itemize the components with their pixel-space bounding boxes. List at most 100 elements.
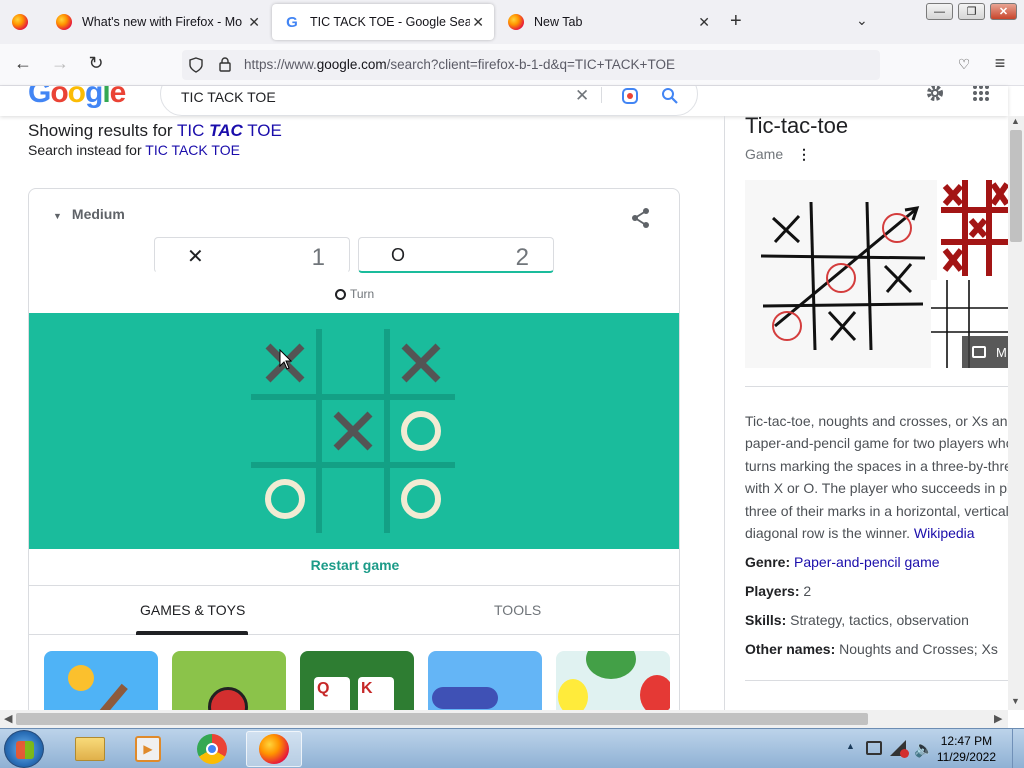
list-all-tabs-icon[interactable]: ⌄	[856, 12, 868, 29]
url-bar[interactable]: https://www.google.com/search?client=fir…	[182, 50, 880, 80]
kp-title: Tic-tac-toe	[745, 113, 849, 138]
tab-close-icon[interactable]: ✕	[472, 14, 484, 31]
taskbar-media-player[interactable]: ▶	[120, 731, 176, 767]
logo-letter: G	[28, 86, 51, 109]
difficulty-dropdown[interactable]: ▼ Medium	[53, 206, 125, 222]
flower-icon	[68, 665, 94, 691]
games-tools-tabs: GAMES & TOYS TOOLS	[29, 585, 679, 635]
horizontal-scrollbar[interactable]: ◀ ▶	[0, 710, 1008, 728]
firefox-menu-icon[interactable]	[12, 14, 28, 30]
grid-line-vertical	[384, 329, 390, 533]
scroll-left-arrow[interactable]: ◀	[4, 712, 12, 725]
tab-new-tab[interactable]: New Tab ✕	[496, 4, 720, 40]
scroll-up-arrow[interactable]: ▲	[1011, 116, 1020, 126]
game-tile-solitaire[interactable]: Q K	[300, 651, 414, 717]
board-cell-1-2[interactable]	[391, 401, 451, 461]
lock-icon[interactable]	[218, 56, 232, 72]
mouse-cursor-icon	[279, 349, 293, 370]
search-box[interactable]: TIC TACK TOE ✕	[160, 86, 698, 116]
logo-letter: o	[50, 86, 68, 109]
dropdown-arrow-icon: ▼	[53, 211, 62, 221]
scroll-thumb[interactable]	[1010, 130, 1022, 242]
more-images-button[interactable]: M	[962, 336, 1008, 368]
google-lens-icon[interactable]	[621, 87, 639, 105]
forward-icon[interactable]: →	[48, 53, 72, 74]
system-clock[interactable]: 12:47 PM 11/29/2022	[937, 733, 996, 765]
google-logo[interactable]: Google	[28, 86, 126, 110]
game-tile-snake[interactable]	[428, 651, 542, 717]
volume-icon[interactable]: 🔈	[914, 739, 934, 759]
board-grid	[251, 329, 455, 533]
board-cell-1-0[interactable]	[255, 401, 315, 461]
tab-close-icon[interactable]: ✕	[698, 14, 710, 31]
genre-link[interactable]: Paper-and-pencil game	[794, 554, 940, 570]
clear-search-icon[interactable]: ✕	[575, 86, 589, 106]
board-cell-2-1[interactable]	[323, 469, 383, 529]
showing-results-for: Showing results for TIC TAC TOE	[28, 121, 282, 141]
tic-tac-toe-game-card: ▼ Medium ✕ 1 O 2 Turn Restart game GAMES …	[28, 188, 680, 718]
folder-icon	[75, 737, 105, 761]
url-text[interactable]: https://www.google.com/search?client=fir…	[244, 57, 675, 72]
app-menu-icon[interactable]: ≡	[988, 53, 1012, 74]
wikipedia-link[interactable]: Wikipedia	[914, 525, 975, 541]
fact-label: Skills:	[745, 612, 787, 628]
reload-icon[interactable]: ↻	[84, 53, 108, 74]
search-input[interactable]: TIC TACK TOE	[181, 89, 276, 105]
tab-title: TIC TACK TOE - Google Search	[310, 15, 470, 29]
difficulty-label: Medium	[71, 206, 125, 222]
close-window-button[interactable]: ✕	[990, 3, 1017, 20]
tab-title: New Tab	[534, 15, 583, 29]
apps-grid-icon[interactable]	[972, 86, 990, 102]
game-board	[29, 313, 679, 549]
minimize-button[interactable]: —	[926, 3, 953, 20]
board-cell-2-2[interactable]	[391, 469, 451, 529]
corrected-query-link[interactable]: TIC TAC TOE	[177, 121, 282, 140]
taskbar-chrome[interactable]	[184, 731, 240, 767]
share-icon[interactable]	[631, 207, 651, 229]
search-icon[interactable]	[661, 87, 679, 105]
tracking-shield-icon[interactable]	[188, 57, 204, 73]
fact-label: Players:	[745, 583, 800, 599]
scroll-thumb[interactable]	[16, 713, 868, 725]
desc-line: Tic-tac-toe, noughts and crosses, or Xs …	[745, 413, 1008, 429]
divider	[601, 87, 602, 103]
restart-game-button[interactable]: Restart game	[29, 557, 679, 573]
taskbar-explorer[interactable]	[62, 731, 118, 767]
fact-value: 2	[803, 583, 812, 599]
taskbar-firefox[interactable]	[246, 731, 302, 767]
red-tic-tac-toe-image[interactable]	[941, 180, 1008, 276]
back-icon[interactable]: ←	[11, 53, 35, 74]
original-query-link[interactable]: TIC TACK TOE	[145, 142, 240, 158]
tab-close-icon[interactable]: ✕	[248, 14, 260, 31]
start-button[interactable]	[4, 730, 44, 768]
game-tile-garden[interactable]	[44, 651, 158, 717]
vertical-scrollbar[interactable]: ▲ ▼	[1008, 116, 1024, 710]
game-tile-fruit[interactable]	[556, 651, 670, 717]
board-cell-0-1[interactable]	[323, 333, 383, 393]
tab-games-toys[interactable]: GAMES & TOYS	[140, 602, 245, 618]
show-desktop-button[interactable]	[1012, 729, 1024, 768]
new-tab-button[interactable]: +	[730, 10, 742, 33]
tab-google-search[interactable]: G TIC TACK TOE - Google Search ✕	[272, 4, 494, 40]
action-center-icon[interactable]	[866, 741, 882, 755]
game-tile-bugs[interactable]	[172, 651, 286, 717]
grid-line-vertical	[316, 329, 322, 533]
pocket-icon[interactable]: ♡	[952, 56, 976, 73]
scroll-down-arrow[interactable]: ▼	[1011, 696, 1020, 706]
tab-whats-new[interactable]: What's new with Firefox - More ✕	[44, 4, 270, 40]
restore-button[interactable]: ❐	[958, 3, 985, 20]
board-cell-2-0[interactable]	[255, 469, 315, 529]
show-hidden-icons[interactable]: ▲	[846, 741, 855, 751]
more-options-icon[interactable]: ⋮	[797, 146, 811, 162]
grid-line-horizontal	[251, 394, 455, 400]
google-header: Google TIC TACK TOE ✕	[0, 86, 1008, 116]
scroll-right-arrow[interactable]: ▶	[994, 712, 1002, 725]
tic-tac-toe-sketch-image[interactable]	[745, 180, 937, 368]
windows-logo-icon	[16, 741, 34, 759]
settings-gear-icon[interactable]	[924, 86, 946, 104]
tab-tools[interactable]: TOOLS	[494, 602, 541, 618]
desc-line: three of their marks in a horizontal, ve…	[745, 502, 1008, 519]
desc-line-text: diagonal row is the winner.	[745, 525, 910, 542]
kp-subtitle-text: Game	[745, 146, 784, 162]
corrected-word-1: TIC	[177, 121, 205, 140]
